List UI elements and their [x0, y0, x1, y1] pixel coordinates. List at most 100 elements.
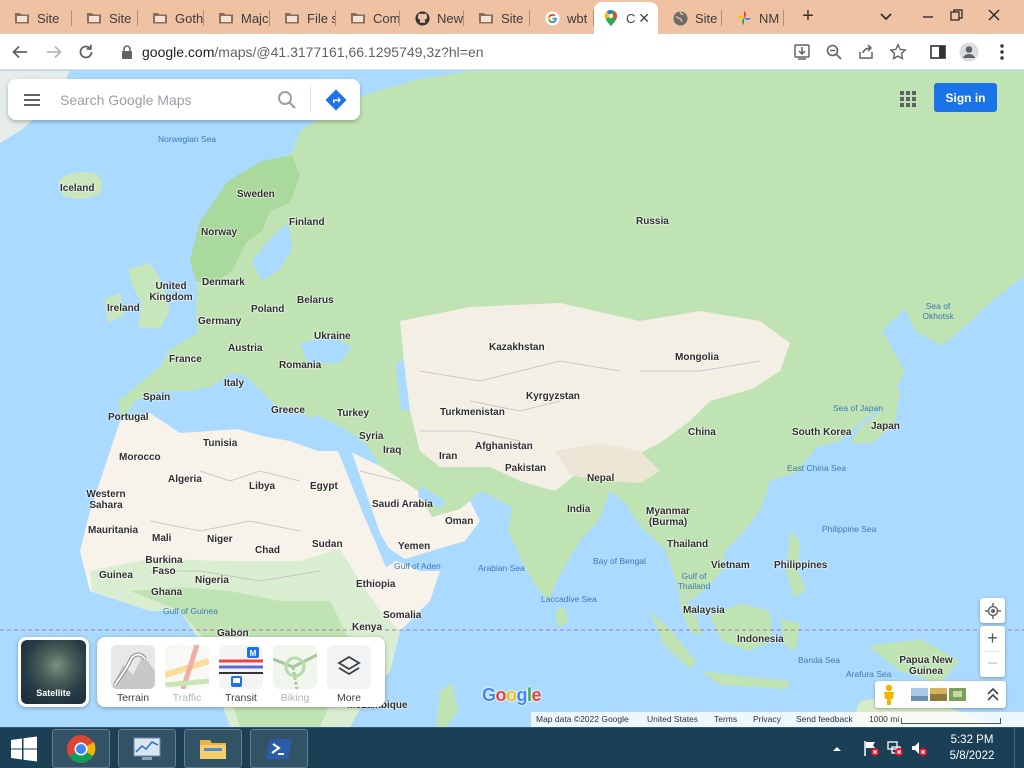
layer-terrain-button[interactable]: Terrain: [109, 645, 157, 704]
restore-window-button[interactable]: [936, 0, 976, 30]
taskbar-file-explorer[interactable]: [184, 729, 242, 768]
map-label[interactable]: Ethiopia: [356, 579, 395, 590]
browser-tab-active[interactable]: C ✕: [594, 2, 658, 34]
map-label[interactable]: Indonesia: [737, 634, 784, 645]
my-location-button[interactable]: [980, 598, 1005, 623]
map-label[interactable]: Malaysia: [683, 605, 725, 616]
browser-tab[interactable]: Goth: [138, 2, 204, 34]
pegman-icon[interactable]: [881, 684, 897, 705]
map-label[interactable]: Somalia: [383, 610, 421, 621]
map-label[interactable]: Libya: [249, 481, 275, 492]
map-label[interactable]: Vietnam: [711, 560, 750, 571]
browser-tab[interactable]: Majc: [204, 2, 270, 34]
close-window-button[interactable]: [974, 0, 1014, 30]
imagery-thumbnail[interactable]: [930, 688, 947, 701]
map-label[interactable]: Denmark: [202, 277, 245, 288]
map-label[interactable]: South Korea: [792, 427, 851, 438]
bookmark-star-icon[interactable]: [886, 40, 910, 64]
map-label[interactable]: Turkmenistan: [440, 407, 505, 418]
map-label[interactable]: Thailand: [667, 539, 708, 550]
map-label[interactable]: Kenya: [352, 622, 382, 633]
map-label[interactable]: Iraq: [383, 445, 401, 456]
map-label[interactable]: Kazakhstan: [489, 342, 545, 353]
map-label[interactable]: Mali: [152, 533, 171, 544]
map-label[interactable]: Philippines: [774, 560, 827, 571]
zoom-out-button[interactable]: −: [980, 652, 1005, 677]
map-label[interactable]: Egypt: [310, 481, 338, 492]
show-desktop-button[interactable]: [1014, 728, 1024, 768]
flag-alert-icon[interactable]: [862, 739, 880, 757]
map-label[interactable]: Myanmar (Burma): [640, 506, 696, 528]
browser-tab[interactable]: New: [400, 2, 464, 34]
imagery-thumbnail[interactable]: [911, 688, 928, 701]
map-label[interactable]: Niger: [207, 534, 233, 545]
show-hidden-icons-icon[interactable]: [832, 741, 842, 751]
search-input[interactable]: [60, 89, 270, 111]
browser-tab[interactable]: Site: [72, 2, 138, 34]
browser-tab[interactable]: Site: [464, 2, 530, 34]
system-clock[interactable]: 5:32 PM 5/8/2022: [938, 732, 1006, 764]
map-label[interactable]: Italy: [224, 378, 244, 389]
map-label[interactable]: Austria: [228, 343, 262, 354]
map-label[interactable]: Mongolia: [675, 352, 719, 363]
map-canvas[interactable]: Iceland Sweden Finland Norway Russia Den…: [0, 71, 1024, 727]
chevron-up-icon[interactable]: [986, 686, 1000, 703]
install-app-icon[interactable]: [790, 40, 814, 64]
zoom-icon[interactable]: [822, 40, 846, 64]
profile-avatar-icon[interactable]: [957, 40, 981, 64]
map-label[interactable]: Greece: [271, 405, 305, 416]
map-label[interactable]: India: [567, 504, 590, 515]
scale-label[interactable]: 1000 mi: [869, 714, 899, 724]
directions-icon[interactable]: [324, 88, 348, 112]
layer-transit-button[interactable]: M Transit: [217, 645, 265, 704]
map-label[interactable]: Yemen: [398, 541, 430, 552]
volume-muted-icon[interactable]: [910, 739, 928, 757]
search-icon[interactable]: [276, 89, 298, 111]
map-label[interactable]: Morocco: [119, 452, 161, 463]
map-label[interactable]: Nepal: [587, 473, 614, 484]
forward-button[interactable]: [42, 40, 66, 64]
map-label[interactable]: Portugal: [108, 412, 149, 423]
send-feedback-link[interactable]: Send feedback: [796, 714, 853, 724]
map-label[interactable]: Pakistan: [505, 463, 546, 474]
new-tab-button[interactable]: +: [796, 5, 820, 29]
windows-start-icon[interactable]: [6, 732, 42, 766]
browser-tab[interactable]: Site: [658, 2, 722, 34]
map-label[interactable]: Germany: [198, 316, 241, 327]
map-label[interactable]: Belarus: [297, 295, 334, 306]
region-link[interactable]: United States: [647, 714, 698, 724]
reload-button[interactable]: [74, 40, 98, 64]
side-panel-icon[interactable]: [926, 40, 950, 64]
map-label[interactable]: Finland: [289, 217, 325, 228]
taskbar-task-manager[interactable]: [118, 729, 176, 768]
address-bar[interactable]: google.com/maps/@41.3177161,66.1295749,3…: [108, 38, 782, 66]
map-label[interactable]: Chad: [255, 545, 280, 556]
google-apps-icon[interactable]: [898, 89, 918, 109]
chevron-down-icon[interactable]: [876, 6, 896, 26]
map-label[interactable]: Japan: [871, 421, 900, 432]
zoom-in-button[interactable]: +: [980, 626, 1005, 651]
browser-tab[interactable]: NM: [722, 2, 784, 34]
taskbar-powershell[interactable]: [250, 729, 308, 768]
map-label[interactable]: Iceland: [60, 183, 94, 194]
map-label[interactable]: Western Sahara: [86, 489, 126, 511]
map-label[interactable]: China: [688, 427, 716, 438]
browser-menu-icon[interactable]: [990, 40, 1014, 64]
browser-tab[interactable]: Com: [336, 2, 400, 34]
layer-traffic-button[interactable]: Traffic: [163, 645, 211, 704]
map-label[interactable]: Afghanistan: [475, 441, 533, 452]
satellite-toggle-button[interactable]: Satellite: [18, 637, 89, 707]
map-label[interactable]: Spain: [143, 392, 170, 403]
map-label[interactable]: Algeria: [168, 474, 202, 485]
map-data-attribution[interactable]: Map data ©2022 Google: [536, 714, 629, 724]
map-label[interactable]: Norway: [201, 227, 237, 238]
network-alert-icon[interactable]: [886, 739, 904, 757]
map-label[interactable]: Tunisia: [203, 438, 237, 449]
map-label[interactable]: Iran: [439, 451, 457, 462]
map-label[interactable]: United Kingdom: [148, 281, 194, 303]
map-label[interactable]: Ireland: [107, 303, 140, 314]
share-icon[interactable]: [854, 40, 878, 64]
map-label[interactable]: Russia: [636, 216, 669, 227]
map-label[interactable]: Kyrgyzstan: [526, 391, 580, 402]
map-label[interactable]: Mauritania: [88, 525, 138, 536]
